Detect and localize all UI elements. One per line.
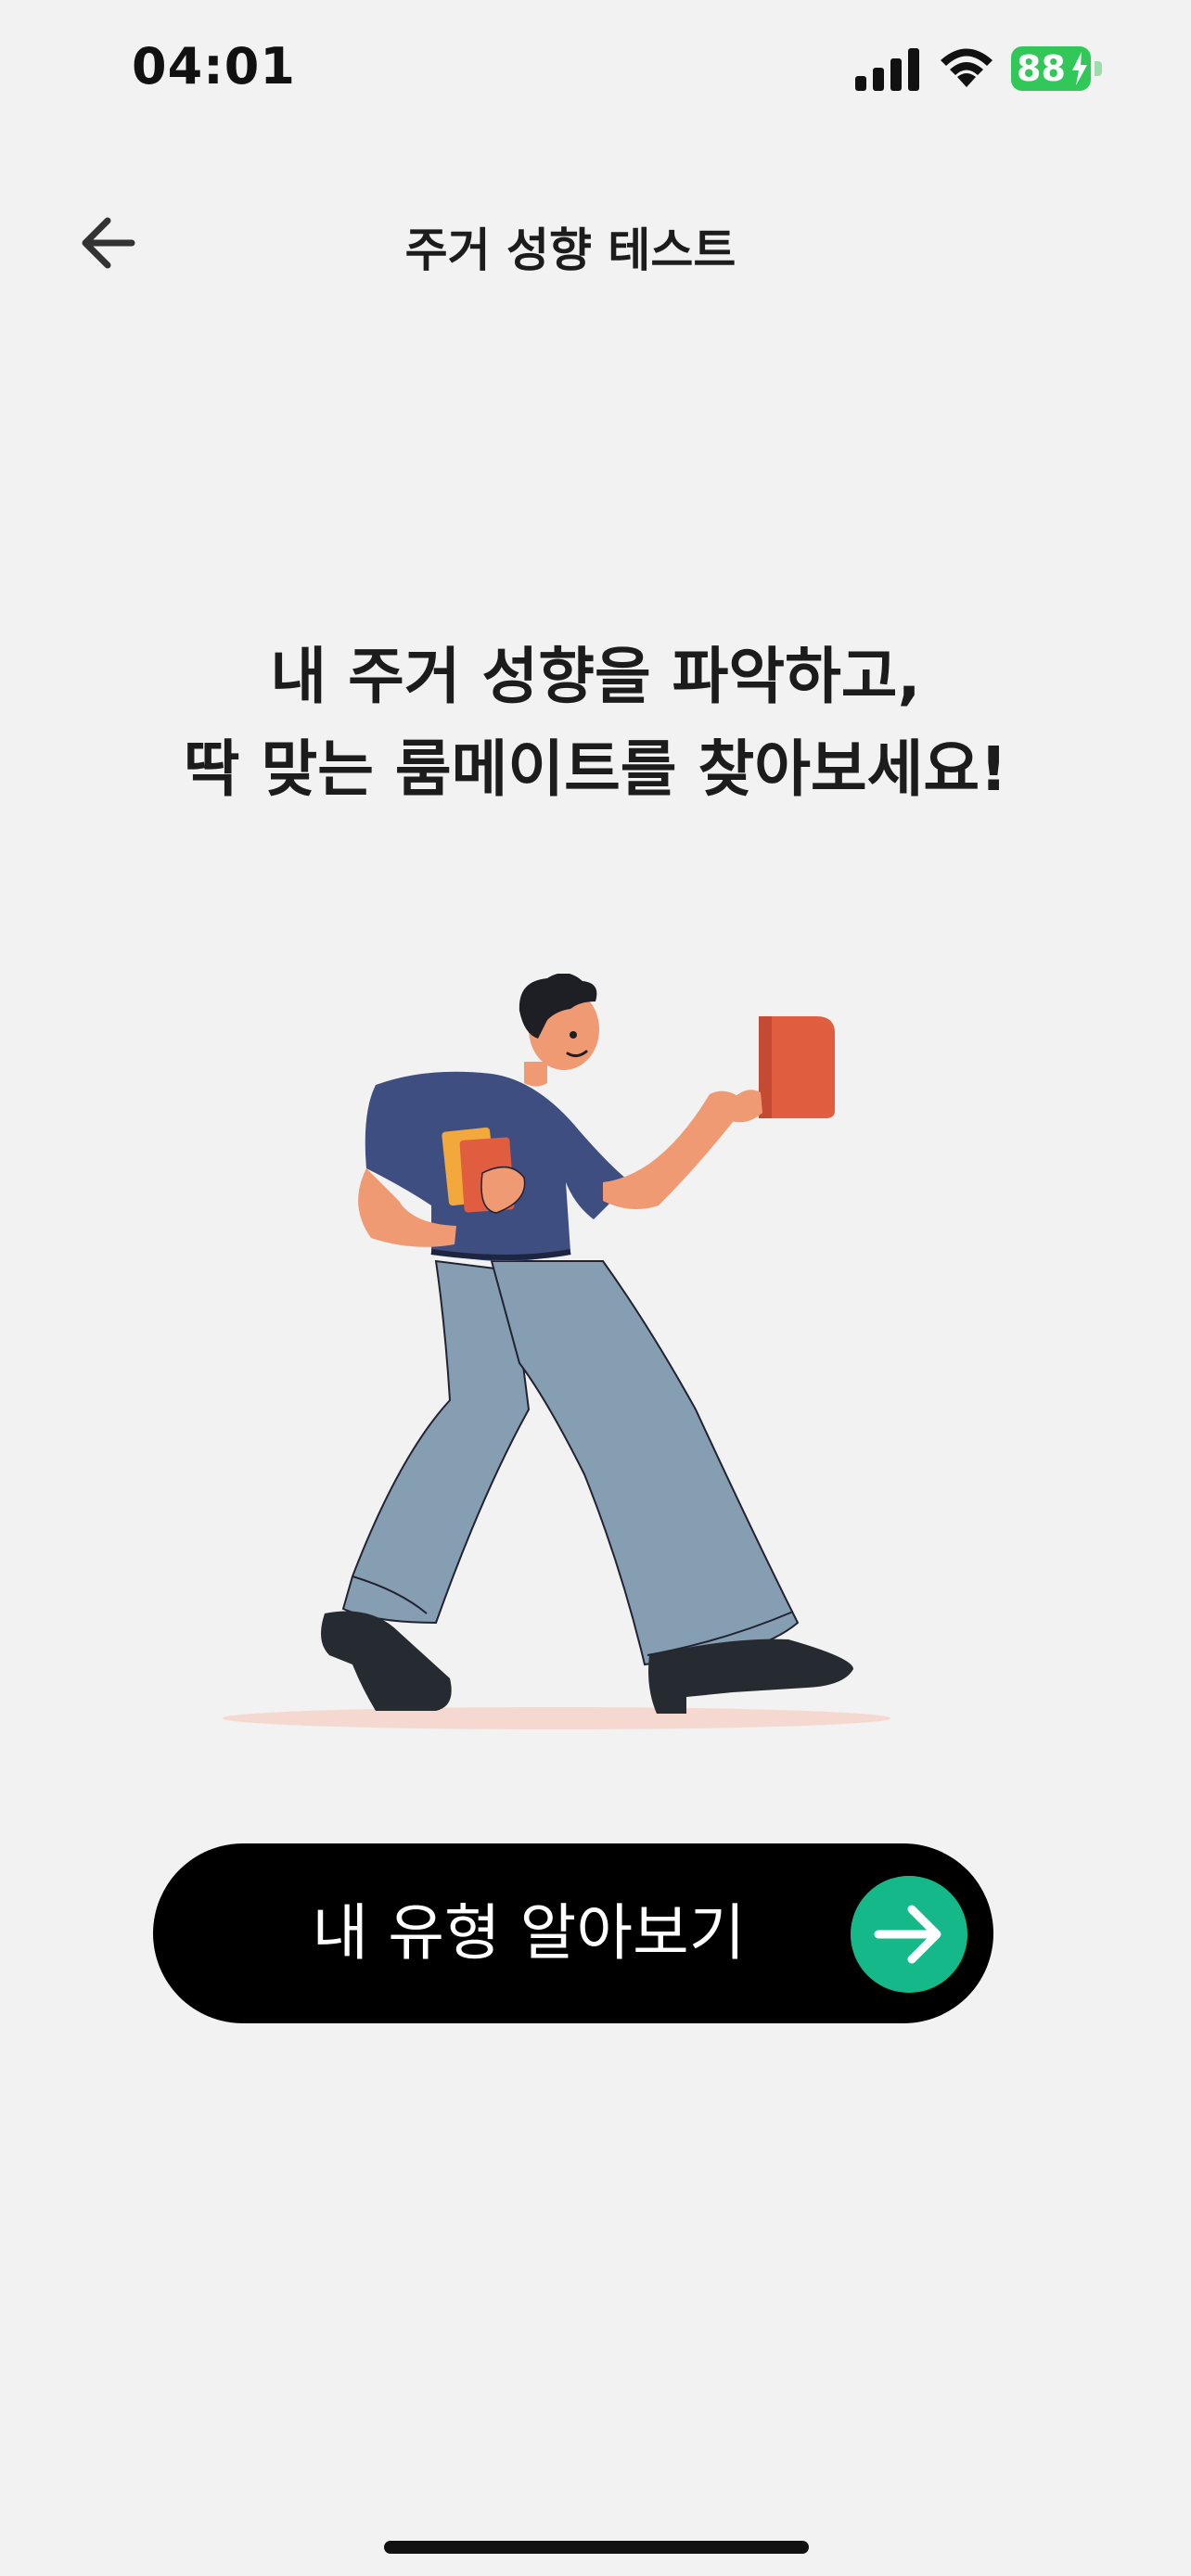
page-title: 주거 성향 테스트 — [404, 223, 736, 277]
find-my-type-button[interactable]: 내 유형 알아보기 — [153, 1843, 993, 2023]
charging-bolt-icon — [1072, 52, 1087, 85]
cta-label: 내 유형 알아보기 — [312, 1897, 746, 1969]
person-walking-with-books-illustration — [223, 974, 890, 1729]
headline: 내 주거 성향을 파악하고, 딱 맞는 룸메이트를 찾아보세요! — [0, 631, 1191, 816]
wifi-icon — [941, 48, 992, 87]
battery-charging-icon: 88 — [1011, 46, 1108, 91]
status-bar: 04:01 88 — [0, 0, 1191, 139]
headline-line-1: 내 주거 성향을 파악하고, — [270, 641, 921, 712]
arrow-right-icon — [851, 1876, 967, 1993]
home-indicator — [384, 2541, 809, 2554]
headline-line-2: 딱 맞는 룸메이트를 찾아보세요! — [183, 733, 1008, 805]
signal-icon — [855, 48, 919, 91]
status-time: 04:01 — [132, 37, 296, 96]
